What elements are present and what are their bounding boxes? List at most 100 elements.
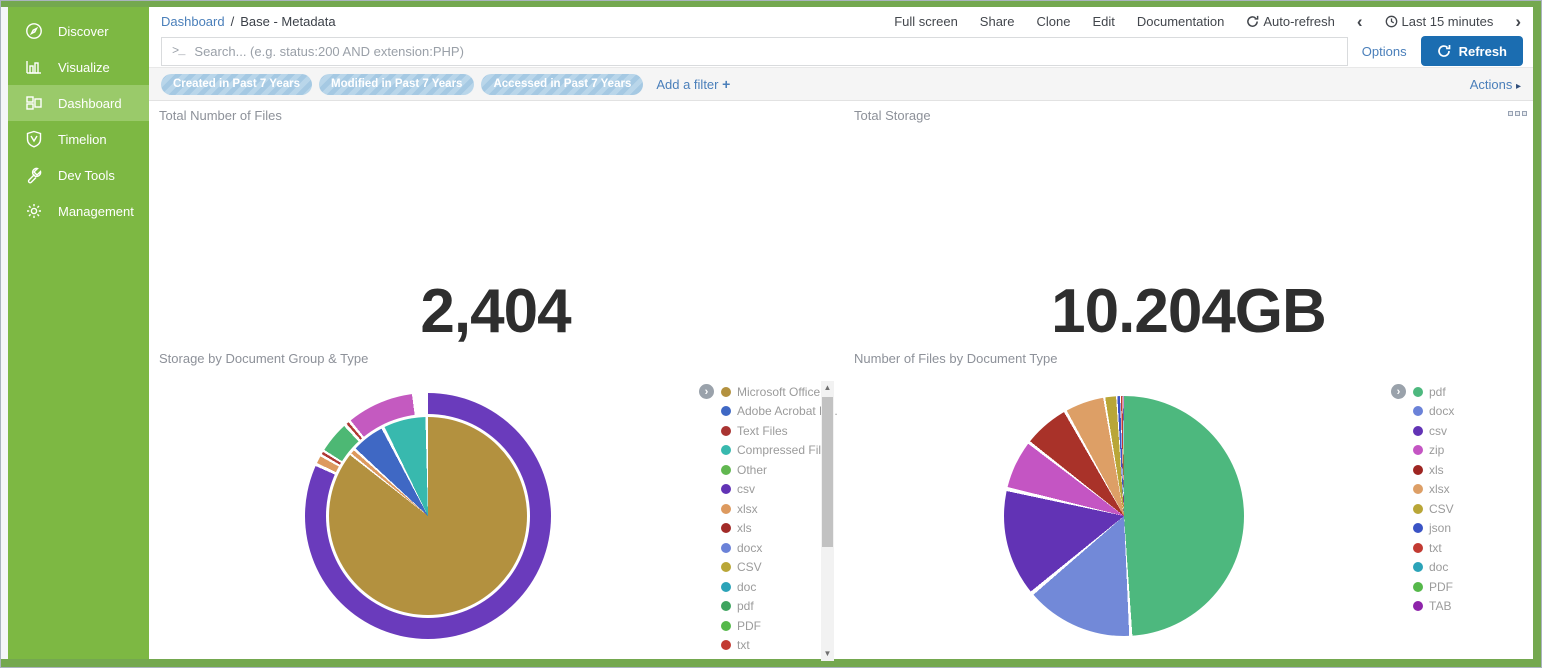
legend-item[interactable]: xls <box>1413 460 1523 480</box>
search-box: >_ <box>161 37 1348 66</box>
legend-swatch <box>1413 426 1423 436</box>
filter-pills: Created in Past 7 Years Modified in Past … <box>161 74 643 95</box>
refresh-icon <box>1437 44 1451 58</box>
sidebar-item-label: Management <box>58 204 134 219</box>
plus-icon: + <box>722 76 730 92</box>
query-prompt-icon: >_ <box>172 44 184 58</box>
filter-pill[interactable]: Accessed in Past 7 Years <box>481 74 643 95</box>
left-gutter <box>1 7 8 659</box>
sidebar-item-management[interactable]: Management <box>8 193 149 229</box>
clock-icon <box>1385 15 1398 28</box>
scroll-up-icon[interactable]: ▲ <box>824 381 832 395</box>
filter-pill[interactable]: Modified in Past 7 Years <box>319 74 474 95</box>
panel-title-storage-pie: Storage by Document Group & Type <box>159 351 368 366</box>
sidebar: Discover Visualize Dashboard Timelion <box>8 7 149 659</box>
add-filter-button[interactable]: Add a filter + <box>656 76 730 92</box>
legend-item[interactable]: zip <box>1413 441 1523 461</box>
legend-swatch <box>721 504 731 514</box>
legend-item[interactable]: csv <box>1413 421 1523 441</box>
legend-swatch <box>721 543 731 553</box>
sidebar-item-visualize[interactable]: Visualize <box>8 49 149 85</box>
time-forward-chevron-icon[interactable]: › <box>1515 13 1521 30</box>
scroll-down-icon[interactable]: ▼ <box>824 647 832 661</box>
files-pie-chart[interactable] <box>1004 396 1244 636</box>
time-range-picker[interactable]: Last 15 minutes <box>1385 14 1494 29</box>
legend-item[interactable]: pdf <box>721 597 817 617</box>
sidebar-item-dev-tools[interactable]: Dev Tools <box>8 157 149 193</box>
legend-item[interactable]: docx <box>721 538 817 558</box>
legend-item[interactable]: json <box>1413 519 1523 539</box>
share-button[interactable]: Share <box>980 14 1015 29</box>
legend-item[interactable]: CSV <box>721 558 817 578</box>
search-bar-row: >_ Options Refresh <box>149 35 1533 67</box>
legend-item[interactable]: doc <box>721 577 817 597</box>
wrench-icon <box>24 165 44 185</box>
legend-item[interactable]: Microsoft Office ... <box>721 382 817 402</box>
actions-menu-button[interactable]: Actions ▸ <box>1470 77 1521 92</box>
legend-item[interactable]: PDF <box>721 616 817 636</box>
full-screen-button[interactable]: Full screen <box>894 14 958 29</box>
legend-item[interactable]: xlsx <box>721 499 817 519</box>
time-back-chevron-icon[interactable]: ‹ <box>1357 13 1363 30</box>
sunburst-inner-pie <box>329 417 527 615</box>
legend-swatch <box>721 426 731 436</box>
legend-item[interactable]: CSV <box>1413 499 1523 519</box>
legend-swatch <box>721 582 731 592</box>
legend-item[interactable]: TAB <box>1413 597 1523 617</box>
edit-button[interactable]: Edit <box>1092 14 1114 29</box>
breadcrumb: Dashboard / Base - Metadata <box>161 14 336 29</box>
search-input[interactable] <box>194 44 1336 59</box>
legend-item[interactable]: docx <box>1413 402 1523 422</box>
bottom-frame-bar <box>1 659 1541 667</box>
legend-item[interactable]: Compressed Files <box>721 441 817 461</box>
legend-item[interactable]: csv <box>721 480 817 500</box>
kibana-window: Discover Visualize Dashboard Timelion <box>0 0 1542 668</box>
legend-collapse-icon[interactable]: › <box>1391 384 1406 399</box>
timelion-shield-icon <box>24 129 44 149</box>
legend-swatch <box>1413 504 1423 514</box>
refresh-button[interactable]: Refresh <box>1421 36 1523 66</box>
refresh-arrow-icon <box>1246 15 1259 28</box>
legend-item[interactable]: txt <box>721 636 817 656</box>
clone-button[interactable]: Clone <box>1037 14 1071 29</box>
legend-swatch <box>1413 445 1423 455</box>
legend-item[interactable]: Text Files <box>721 421 817 441</box>
scrollbar-thumb[interactable] <box>822 397 833 547</box>
legend-swatch <box>1413 523 1423 533</box>
sidebar-item-dashboard[interactable]: Dashboard <box>8 85 149 121</box>
dashboard-grid-icon <box>24 93 44 113</box>
legend-swatch <box>1413 484 1423 494</box>
sidebar-item-label: Dev Tools <box>58 168 115 183</box>
sidebar-item-discover[interactable]: Discover <box>8 13 149 49</box>
sidebar-item-label: Timelion <box>58 132 107 147</box>
legend-collapse-icon[interactable]: › <box>699 384 714 399</box>
filter-pill[interactable]: Created in Past 7 Years <box>161 74 312 95</box>
legend-item[interactable]: PDF <box>1413 577 1523 597</box>
legend-swatch <box>721 601 731 611</box>
breadcrumb-dashboard-link[interactable]: Dashboard <box>161 14 225 29</box>
legend-item[interactable]: Other <box>721 460 817 480</box>
legend-swatch <box>721 523 731 533</box>
sidebar-item-label: Visualize <box>58 60 110 75</box>
options-link[interactable]: Options <box>1362 44 1407 59</box>
sidebar-item-timelion[interactable]: Timelion <box>8 121 149 157</box>
legend-swatch <box>1413 543 1423 553</box>
legend-item[interactable]: pdf <box>1413 382 1523 402</box>
panel-options-icon[interactable] <box>1508 111 1527 116</box>
breadcrumb-separator: / <box>231 14 235 29</box>
legend-swatch <box>1413 387 1423 397</box>
legend-swatch <box>721 562 731 572</box>
legend-swatch <box>721 387 731 397</box>
sidebar-item-label: Dashboard <box>58 96 122 111</box>
documentation-link[interactable]: Documentation <box>1137 14 1224 29</box>
legend-swatch <box>1413 465 1423 475</box>
auto-refresh-button[interactable]: Auto-refresh <box>1246 14 1335 29</box>
files-legend: pdfdocxcsvzipxlsxlsxCSVjsontxtdocPDFTAB <box>1413 382 1523 616</box>
legend-swatch <box>1413 601 1423 611</box>
legend-item[interactable]: txt <box>1413 538 1523 558</box>
legend-item[interactable]: xls <box>721 519 817 539</box>
legend-item[interactable]: Adobe Acrobat D... <box>721 402 817 422</box>
legend-scrollbar[interactable]: ▲ ▼ <box>821 381 834 661</box>
legend-item[interactable]: xlsx <box>1413 480 1523 500</box>
legend-item[interactable]: doc <box>1413 558 1523 578</box>
